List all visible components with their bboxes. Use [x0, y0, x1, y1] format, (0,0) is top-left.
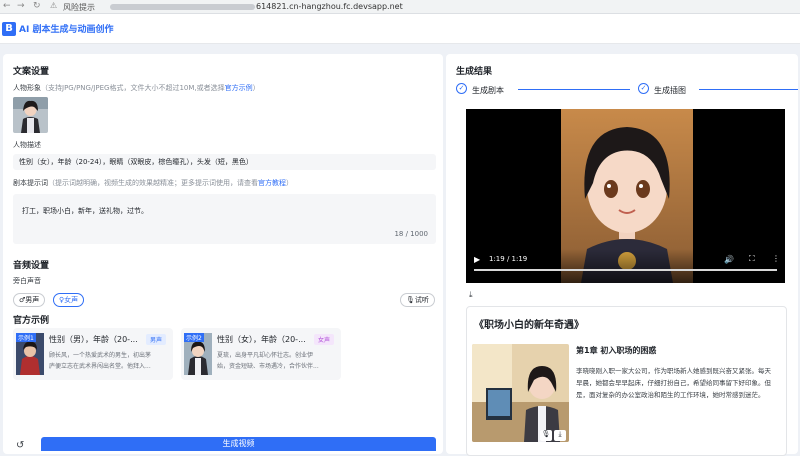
- url-redacted: [110, 4, 255, 10]
- character-label-row: 人物形象（支持JPG/PNG/JPEG格式，文件大小不超过10M,或者选择官方示…: [13, 83, 260, 93]
- browser-toolbar: ← → ↻ ⚠ 风险提示 614821.cn-hangzhou.fc.devsa…: [0, 0, 800, 14]
- female-voice-button[interactable]: ♀女声: [53, 293, 85, 307]
- example-card[interactable]: 示例1 性别（男），年龄（20-... 男声 顾长风，一个热爱武术的男生，初出茅…: [13, 328, 173, 380]
- back-icon[interactable]: ←: [3, 1, 11, 11]
- step-illustration-label: 生成插图: [654, 86, 686, 95]
- example-desc-line: 始，资金短缺、市场遇冷，合作伙伴...: [217, 363, 319, 370]
- example-badge: 示例2: [184, 333, 204, 342]
- risk-label: 风险提示: [63, 3, 95, 12]
- settings-panel: 文案设置 人物形象（支持JPG/PNG/JPEG格式，文件大小不超过10M,或者…: [3, 54, 443, 454]
- character-hint: （支持JPG/PNG/JPEG格式，文件大小不超过10M,或者选择: [41, 84, 225, 92]
- desc-input[interactable]: 性别（女），年龄（20-24），眼睛（双眼皮，棕色瞳孔），头发（短，黑色）: [13, 154, 436, 170]
- play-icon[interactable]: ▶: [474, 255, 480, 264]
- character-image[interactable]: [13, 97, 48, 133]
- character-label: 人物形象: [13, 84, 41, 92]
- video-player[interactable]: ▶ 1:19 / 1:19 🔊 ⛶ ⋮: [466, 109, 785, 283]
- example-desc-line: 庐便立志在武术界闯出名堂。他拜入...: [49, 363, 151, 370]
- video-progress-bar[interactable]: [474, 269, 777, 271]
- download-icon[interactable]: ⤓: [469, 290, 473, 300]
- results-panel: 生成结果 ✓ 生成剧本 ✓ 生成插图 ▶ 1:19 / 1:19 🔊 ⛶ ⋮ ⤓…: [446, 54, 798, 456]
- official-examples-title: 官方示例: [13, 316, 50, 326]
- story-card: 《职场小白的新年奇遇》 🎙 ⤓ 第1章 初入职场的困惑 李晓晓刚入职一家大公司，…: [466, 306, 787, 456]
- prompt-char-count: 18 / 1000: [394, 230, 428, 238]
- story-title: 《职场小白的新年奇遇》: [474, 320, 584, 331]
- chapter-line: 是，面对复杂的办公室政治和陌生的工作环境，她时常感到迷茫。: [576, 391, 765, 399]
- example-thumbnail: 示例1: [16, 333, 44, 375]
- example-title: 性别（男），年龄（20-...: [49, 335, 138, 344]
- chapter-line: 早晨，她都会早早起床，仔细打扮自己，希望给同事留下好印象。但: [576, 379, 771, 387]
- example-voice-tag: 女声: [314, 334, 335, 345]
- check-icon: ✓: [638, 83, 649, 94]
- check-icon: ✓: [456, 83, 467, 94]
- example-title: 性别（女），年龄（20-...: [217, 335, 306, 344]
- download-icon[interactable]: ⤓: [554, 430, 566, 441]
- chapter-text: 李晓晓刚入职一家大公司，作为职场新人她感到既兴奋又紧张。每天 早晨，她都会早早起…: [576, 365, 771, 401]
- prompt-hint: （提示词越明确，视频生成的效果越精准；更多提示词使用，请查看: [48, 179, 258, 187]
- app-header: B AI 剧本生成与动画创作: [0, 14, 800, 44]
- reload-icon[interactable]: ↻: [33, 1, 41, 11]
- url-host[interactable]: 614821.cn-hangzhou.fc.devsapp.net: [256, 2, 403, 11]
- video-time: 1:19 / 1:19: [489, 255, 528, 263]
- step-script-label: 生成剧本: [472, 86, 504, 95]
- forward-icon[interactable]: →: [17, 1, 25, 11]
- voice-label: 旁白声音: [13, 277, 41, 285]
- official-tutorial-link[interactable]: 官方教程: [258, 179, 286, 187]
- prompt-hint-end: ）: [286, 179, 293, 187]
- desc-label: 人物描述: [13, 141, 41, 149]
- reset-icon[interactable]: ↺: [16, 440, 24, 451]
- step-connector: [518, 89, 630, 90]
- chapter-illustration[interactable]: 🎙 ⤓: [472, 344, 569, 442]
- chapter-line: 李晓晓刚入职一家大公司，作为职场新人她感到既兴奋又紧张。每天: [576, 367, 771, 375]
- results-title: 生成结果: [456, 67, 493, 77]
- app-logo: B: [2, 22, 16, 36]
- copy-settings-title: 文案设置: [13, 67, 50, 77]
- audition-button[interactable]: 🎙试听: [400, 293, 435, 307]
- male-voice-button[interactable]: ♂男声: [13, 293, 46, 307]
- app-title: AI 剧本生成与动画创作: [19, 25, 114, 35]
- generate-video-button[interactable]: 生成视频: [41, 437, 436, 451]
- character-hint-end: ）: [252, 84, 260, 92]
- chapter-title: 第1章 初入职场的困惑: [576, 346, 657, 355]
- example-desc-line: 顾长风，一个热爱武术的男生，初出茅: [49, 352, 152, 359]
- audio-settings-title: 音频设置: [13, 261, 50, 271]
- example-voice-tag: 男声: [146, 334, 167, 345]
- prompt-label-row: 剧本提示词（提示词越明确，视频生成的效果越精准；更多提示词使用，请查看官方教程）: [13, 178, 293, 188]
- prompt-label: 剧本提示词: [13, 179, 48, 187]
- example-thumbnail: 示例2: [184, 333, 212, 375]
- fullscreen-icon[interactable]: ⛶: [749, 254, 755, 264]
- microphone-icon[interactable]: 🎙: [540, 430, 552, 441]
- warning-icon: ⚠: [50, 1, 58, 10]
- example-desc-line: 夏琉，出身平凡却心怀壮志。创业伊: [217, 352, 314, 359]
- volume-icon[interactable]: 🔊: [724, 255, 734, 264]
- example-card[interactable]: 示例2 性别（女），年龄（20-... 女声 夏琉，出身平凡却心怀壮志。创业伊 …: [181, 328, 341, 380]
- official-example-link[interactable]: 官方示例: [225, 84, 253, 92]
- prompt-textarea[interactable]: 打工，职场小白，新年，送礼物，过节。 18 / 1000: [13, 194, 436, 244]
- prompt-text: 打工，职场小白，新年，送礼物，过节。: [22, 207, 148, 215]
- step-connector: [699, 89, 798, 90]
- more-options-icon[interactable]: ⋮: [772, 254, 780, 263]
- example-badge: 示例1: [16, 333, 36, 342]
